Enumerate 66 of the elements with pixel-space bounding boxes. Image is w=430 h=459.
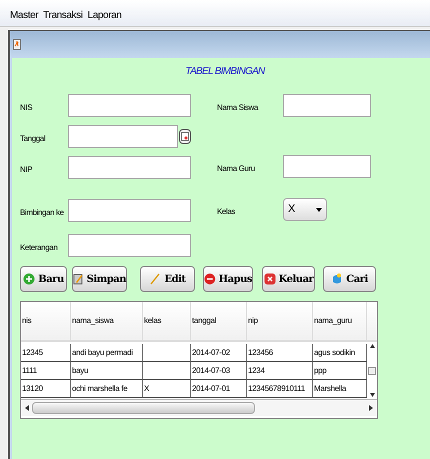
field-label: Kelas bbox=[217, 206, 236, 216]
column-header[interactable]: nama_guru bbox=[313, 302, 367, 340]
minus-icon bbox=[204, 273, 216, 285]
input-field[interactable] bbox=[68, 125, 178, 148]
column-header[interactable]: kelas bbox=[143, 302, 191, 340]
menu-item[interactable]: Master bbox=[10, 8, 38, 23]
field-label: Tanggal bbox=[20, 134, 46, 142]
calendar-button[interactable] bbox=[179, 129, 191, 144]
up-arrow-icon[interactable] bbox=[370, 344, 374, 348]
toolbar-button[interactable]: Simpan bbox=[72, 266, 127, 292]
right-arrow-icon[interactable] bbox=[369, 405, 373, 411]
caret-icon bbox=[316, 208, 322, 212]
input-field[interactable] bbox=[68, 199, 191, 222]
table-cell: 2014-07-02 bbox=[191, 344, 247, 361]
column-header[interactable]: nis bbox=[21, 302, 71, 340]
column-header[interactable]: tanggal bbox=[191, 302, 247, 340]
table-cell: agus sodikin bbox=[313, 344, 367, 361]
left-arrow-icon[interactable] bbox=[25, 405, 29, 411]
menu-item[interactable]: Transaksi bbox=[43, 8, 83, 23]
table-cell: 13120 bbox=[21, 380, 71, 397]
table-cell: 1234 bbox=[247, 362, 313, 379]
scroll-thumb[interactable] bbox=[368, 366, 376, 374]
down-arrow-icon[interactable] bbox=[370, 393, 374, 397]
table-cell: 123456 bbox=[247, 344, 313, 361]
input-field[interactable] bbox=[283, 94, 371, 117]
table-cell: 2014-07-01 bbox=[191, 380, 247, 397]
java-icon bbox=[13, 39, 21, 50]
notepad-icon bbox=[73, 273, 84, 285]
table-cell: bayu bbox=[71, 362, 143, 379]
table-cell: X bbox=[143, 380, 191, 397]
calendar-icon bbox=[181, 132, 189, 141]
vertical-scrollbar[interactable] bbox=[367, 342, 377, 399]
toolbar-button[interactable]: Edit bbox=[140, 266, 195, 292]
field-label: Nama Siswa bbox=[217, 102, 258, 112]
form-title: TABEL BIMBINGAN bbox=[185, 65, 265, 79]
table-cell: 1111 bbox=[21, 362, 71, 379]
search-icon bbox=[331, 273, 344, 285]
column-header[interactable]: nip bbox=[247, 302, 313, 340]
input-field[interactable] bbox=[68, 94, 191, 117]
pencil-icon bbox=[149, 273, 162, 285]
close-icon bbox=[264, 273, 276, 285]
column-header[interactable]: nama_siswa bbox=[71, 302, 143, 340]
input-field[interactable] bbox=[68, 156, 191, 179]
table-cell: 12345678910111 bbox=[247, 380, 313, 397]
table-cell: ppp bbox=[313, 362, 367, 379]
input-field[interactable] bbox=[68, 234, 191, 257]
field-label: Bimbingan ke bbox=[20, 208, 64, 216]
field-label: Nama Guru bbox=[217, 164, 255, 172]
horizontal-scrollbar[interactable] bbox=[21, 399, 377, 416]
table-cell: andi bayu permadi bbox=[71, 344, 143, 361]
field-label: NIS bbox=[20, 102, 32, 112]
table-cell: 2014-07-03 bbox=[191, 362, 247, 379]
toolbar-button[interactable]: Baru bbox=[20, 266, 67, 292]
toolbar-button[interactable]: Hapus bbox=[203, 266, 253, 292]
input-field[interactable] bbox=[283, 155, 371, 178]
scroll-thumb[interactable] bbox=[32, 402, 255, 414]
table-cell: 12345 bbox=[21, 344, 71, 361]
table-cell: ochi marshella fe bbox=[71, 380, 143, 397]
kelas-dropdown[interactable]: X bbox=[283, 198, 327, 221]
plus-icon bbox=[23, 273, 36, 285]
table-cell: Marshella bbox=[313, 380, 367, 397]
toolbar-button[interactable]: Keluar bbox=[262, 266, 315, 292]
field-label: Keterangan bbox=[20, 242, 58, 252]
field-label: NIP bbox=[20, 164, 32, 174]
menu-item[interactable]: Laporan bbox=[88, 8, 122, 23]
toolbar-button[interactable]: Cari bbox=[323, 266, 376, 292]
